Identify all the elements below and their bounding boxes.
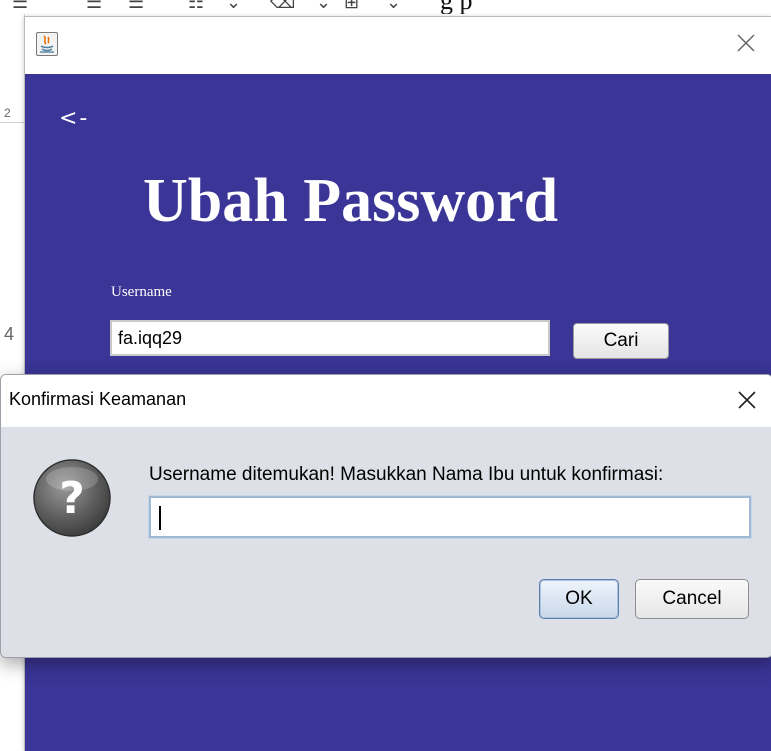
search-button[interactable]: Cari xyxy=(573,323,669,359)
table-icon[interactable]: ⊞ xyxy=(344,0,359,12)
list-icon[interactable]: ☷ xyxy=(188,0,204,12)
screen: ☰ ☰ ☰ ☷ ⌄ ⌫ ⌄ ⊞ ⌄ g p 2 4 xyxy=(0,0,771,751)
username-label: Username xyxy=(111,284,172,300)
question-icon: ? xyxy=(29,455,115,541)
back-button[interactable]: <- xyxy=(59,106,89,131)
username-field[interactable]: fa.iqq29 xyxy=(110,320,550,356)
chevron-down-icon[interactable]: ⌄ xyxy=(316,0,331,12)
justify-icon[interactable]: ☰ xyxy=(128,0,144,12)
mother-name-field[interactable] xyxy=(148,495,752,539)
ruler-marker: 2 xyxy=(4,106,11,120)
dialog-titlebar[interactable]: Konfirmasi Keamanan xyxy=(1,375,771,427)
java-icon xyxy=(36,32,58,56)
text-caret xyxy=(159,506,161,530)
divider xyxy=(0,122,24,123)
background-document-heading: g p xyxy=(440,0,473,14)
dialog-title: Konfirmasi Keamanan xyxy=(9,389,187,409)
chevron-down-icon[interactable]: ⌄ xyxy=(386,0,401,12)
align-left-icon[interactable]: ☰ xyxy=(12,0,28,12)
page-title: Ubah Password xyxy=(143,167,559,235)
svg-text:?: ? xyxy=(59,473,85,524)
dialog-body: ? Username ditemukan! Masukkan Nama Ibu … xyxy=(1,427,771,657)
cancel-button[interactable]: Cancel xyxy=(635,579,749,619)
align-center-icon[interactable]: ☰ xyxy=(86,0,102,12)
eraser-icon[interactable]: ⌫ xyxy=(270,0,295,12)
chevron-down-icon[interactable]: ⌄ xyxy=(226,0,241,12)
ok-button[interactable]: OK xyxy=(539,579,619,619)
dialog-message: Username ditemukan! Masukkan Nama Ibu un… xyxy=(149,464,664,485)
window-titlebar[interactable] xyxy=(25,17,771,73)
background-toolbar: ☰ ☰ ☰ ☷ ⌄ ⌫ ⌄ ⊞ ⌄ g p xyxy=(0,0,771,14)
confirmation-dialog: Konfirmasi Keamanan ? Username ditemukan… xyxy=(0,374,771,658)
close-icon[interactable] xyxy=(734,387,760,413)
close-icon[interactable] xyxy=(734,31,758,55)
ruler-marker: 4 xyxy=(4,324,15,344)
